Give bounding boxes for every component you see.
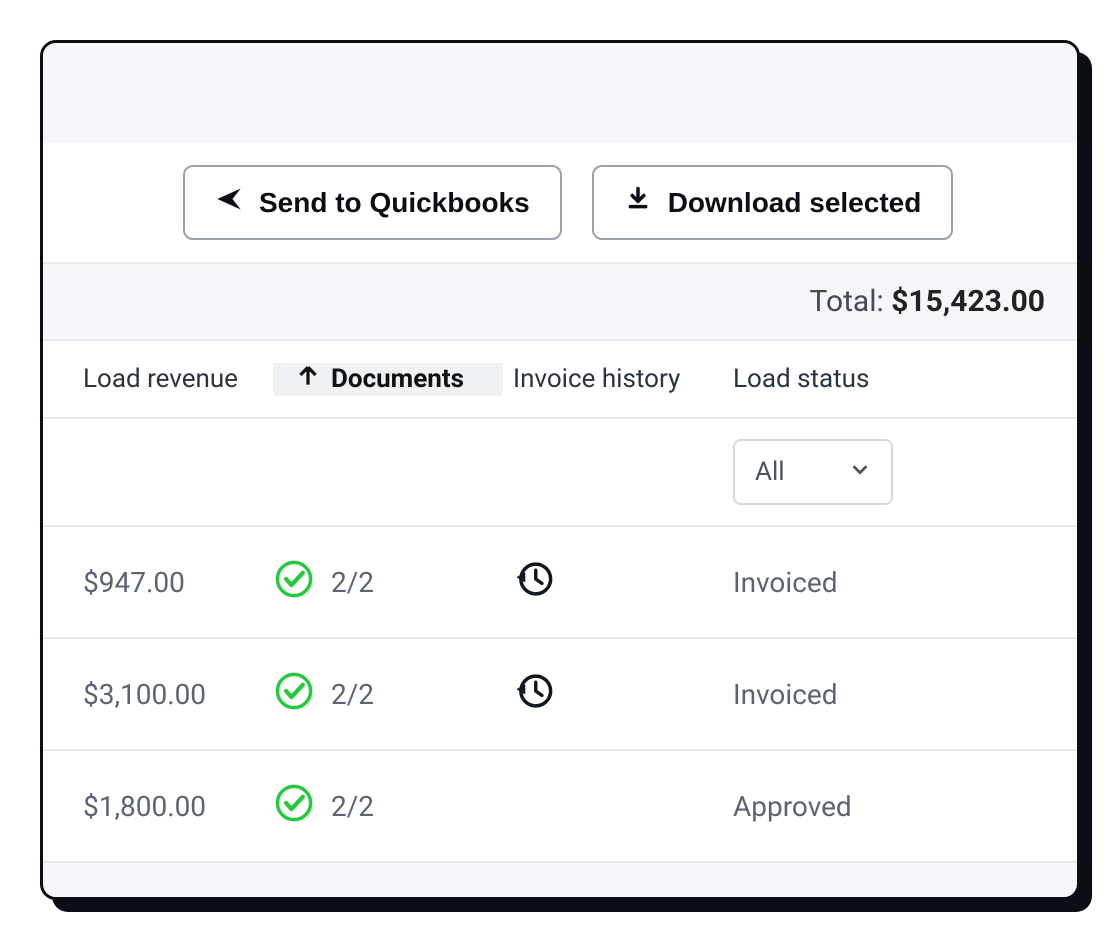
status-filter-value: All [755,457,785,487]
cell-revenue: $947.00 [43,566,263,599]
header-load-revenue[interactable]: Load revenue [43,364,263,394]
table-header: Load revenue Documents Invoice history L… [43,341,1077,419]
send-label: Send to Quickbooks [259,187,530,219]
total-amount: $15,423.00 [891,284,1045,319]
history-icon [513,670,555,719]
header-load-status[interactable]: Load status [723,364,869,394]
cell-history[interactable] [503,558,723,607]
download-selected-button[interactable]: Download selected [592,165,954,240]
table: Load revenue Documents Invoice history L… [43,341,1077,863]
history-icon [513,558,555,607]
table-row[interactable]: $1,800.00 2/2 Approved [43,751,1077,863]
total-label: Total: [810,284,892,319]
status-filter-select[interactable]: All [733,439,893,505]
sort-asc-icon [295,363,321,396]
total-row: Total: $15,423.00 [43,264,1077,341]
cell-history[interactable] [503,670,723,719]
header-documents-label: Documents [331,364,464,394]
table-row[interactable]: $3,100.00 2/2 Invoiced [43,639,1077,751]
cell-revenue: $3,100.00 [43,678,263,711]
app-frame: Send to Quickbooks Download selected Tot… [40,40,1080,900]
check-circle-icon [273,670,315,719]
cell-documents: 2/2 [263,670,503,719]
download-label: Download selected [668,187,922,219]
documents-count: 2/2 [331,566,374,599]
documents-count: 2/2 [331,790,374,823]
cell-documents: 2/2 [263,558,503,607]
cell-status: Approved [723,790,852,823]
documents-count: 2/2 [331,678,374,711]
cell-status: Invoiced [723,566,838,599]
check-circle-icon [273,782,315,831]
toolbar: Send to Quickbooks Download selected [43,143,1077,264]
download-icon [624,185,652,220]
header-documents[interactable]: Documents [263,363,503,396]
check-circle-icon [273,558,315,607]
chevron-down-icon [849,457,871,487]
cell-documents: 2/2 [263,782,503,831]
header-invoice-history[interactable]: Invoice history [503,364,723,394]
filter-row: All [43,419,1077,527]
cell-status: Invoiced [723,678,838,711]
send-to-quickbooks-button[interactable]: Send to Quickbooks [183,165,562,240]
cell-revenue: $1,800.00 [43,790,263,823]
table-row[interactable]: $947.00 2/2 Invoiced [43,527,1077,639]
send-icon [215,185,243,220]
top-spacer [43,43,1077,143]
